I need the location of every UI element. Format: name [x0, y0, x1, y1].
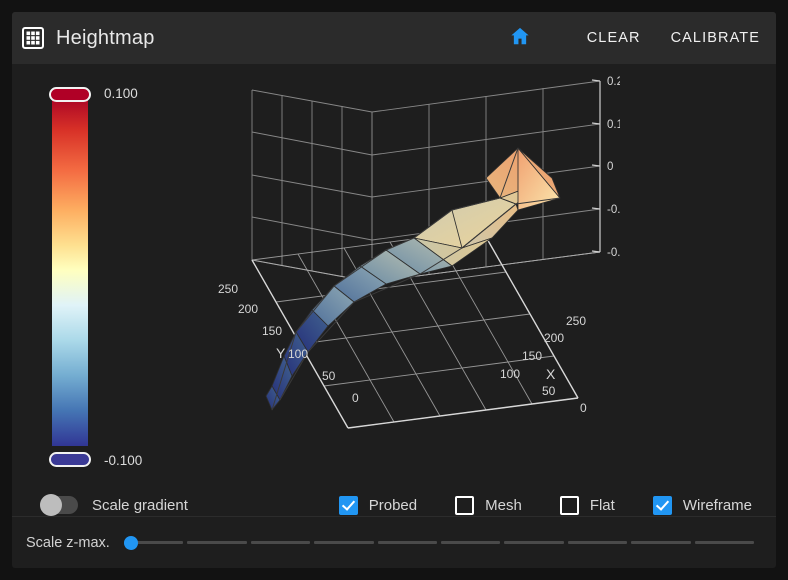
colorbar-min-handle[interactable] [49, 452, 91, 467]
x-tick-label: 100 [500, 367, 520, 381]
slider-tick [694, 541, 755, 544]
z-tick-label: -0.2 [607, 247, 620, 259]
scale-zmax-slider[interactable] [123, 532, 755, 554]
y-tick-label: 200 [238, 302, 258, 316]
slider-tick [250, 541, 311, 544]
scale-gradient-toggle[interactable] [40, 494, 78, 516]
content-area: 0.100 -0.100 0.2 0.1 0 -0 -0 0 50 100 15… [12, 64, 776, 568]
z-tick-label: -0.1 [607, 204, 620, 216]
slider-tick [440, 541, 501, 544]
slider-tick [314, 541, 374, 544]
grid-icon [22, 27, 44, 49]
calibrate-button[interactable]: CALIBRATE [671, 30, 760, 46]
wireframe-label: Wireframe [682, 496, 752, 514]
checkbox-flat[interactable]: Flat [559, 495, 615, 515]
slider-tick [187, 541, 247, 544]
surface-plot[interactable]: 0.2 0.1 0 -0.1 -0.2 Z 0 50 100 125 150 2… [200, 70, 620, 490]
y-axis-label: Y [276, 345, 286, 361]
slider-track [123, 541, 755, 544]
z-tick-label: 0 [607, 161, 613, 173]
x-tick-label: 0 [580, 401, 587, 415]
slider-tick [567, 541, 628, 544]
probed-label: Probed [368, 496, 418, 514]
checkbox-probed[interactable]: Probed [338, 495, 418, 515]
y-tick-label: 50 [322, 369, 336, 383]
app-header: Heightmap CLEAR CALIBRATE [12, 12, 776, 64]
y-tick-label: 250 [218, 282, 238, 296]
scale-gradient-label: Scale gradient [92, 496, 188, 514]
x-tick-label: 250 [566, 314, 586, 328]
colorbar-min-label: -0.100 [104, 453, 143, 468]
probed-checkbox[interactable] [338, 495, 358, 515]
wireframe-checkbox[interactable] [652, 495, 672, 515]
x-tick-label: 150 [522, 349, 542, 363]
colorbar: 0.100 -0.100 [42, 82, 192, 472]
mesh-label: Mesh [485, 496, 522, 514]
flat-label: Flat [589, 496, 615, 514]
y-tick-label: 100 [288, 347, 308, 361]
slider-tick [504, 541, 564, 544]
colorbar-max-handle[interactable] [49, 87, 91, 102]
z-tick-label: 0.1 [607, 119, 620, 131]
slider-tick [377, 541, 437, 544]
scale-zmax-row: Scale z-max. [12, 516, 776, 568]
page-title: Heightmap [56, 26, 155, 49]
scale-gradient-group: Scale gradient [40, 494, 188, 516]
slider-knob[interactable] [123, 535, 138, 550]
x-tick-label: 50 [542, 384, 556, 398]
mesh-checkbox[interactable] [455, 495, 475, 515]
home-icon [509, 25, 531, 52]
x-tick-label: 200 [544, 331, 564, 345]
checkbox-mesh[interactable]: Mesh [455, 495, 522, 515]
home-button[interactable] [507, 25, 533, 51]
scale-zmax-label: Scale z-max. [26, 534, 110, 551]
colorbar-max-label: 0.100 [104, 86, 138, 101]
checkbox-wireframe[interactable]: Wireframe [652, 495, 752, 515]
z-tick-label: 0.2 [607, 76, 620, 88]
y-tick-label: 150 [262, 324, 282, 338]
heightmap-panel: Heightmap CLEAR CALIBRATE 0.100 -0.100 0… [12, 12, 776, 568]
colorbar-gradient [52, 94, 88, 446]
x-axis-label: X [546, 366, 556, 382]
clear-button[interactable]: CLEAR [587, 30, 641, 46]
toggle-knob [40, 494, 62, 516]
slider-tick [631, 541, 691, 544]
flat-checkbox[interactable] [559, 495, 579, 515]
y-tick-label: 0 [352, 391, 359, 405]
